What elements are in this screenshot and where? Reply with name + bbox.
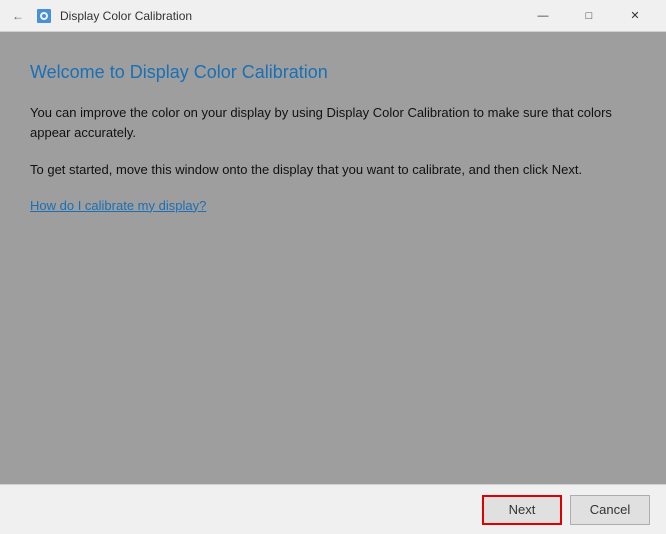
maximize-button[interactable]: □ — [566, 0, 612, 32]
window-controls: — □ ✕ — [520, 0, 658, 32]
app-icon — [36, 8, 52, 24]
close-button[interactable]: ✕ — [612, 0, 658, 32]
content-area: Welcome to Display Color Calibration You… — [0, 32, 666, 484]
page-title: Welcome to Display Color Calibration — [30, 62, 636, 83]
spacer — [30, 213, 636, 465]
title-bar-left: ← Display Color Calibration — [8, 7, 192, 25]
window: ← Display Color Calibration — □ ✕ Welcom… — [0, 0, 666, 534]
help-link[interactable]: How do I calibrate my display? — [30, 198, 636, 213]
next-button[interactable]: Next — [482, 495, 562, 525]
title-bar: ← Display Color Calibration — □ ✕ — [0, 0, 666, 32]
footer: Next Cancel — [0, 484, 666, 534]
window-title: Display Color Calibration — [60, 9, 192, 23]
description-paragraph-2: To get started, move this window onto th… — [30, 160, 636, 180]
description-paragraph-1: You can improve the color on your displa… — [30, 103, 636, 142]
minimize-button[interactable]: — — [520, 0, 566, 32]
back-button[interactable]: ← — [8, 7, 28, 25]
cancel-button[interactable]: Cancel — [570, 495, 650, 525]
